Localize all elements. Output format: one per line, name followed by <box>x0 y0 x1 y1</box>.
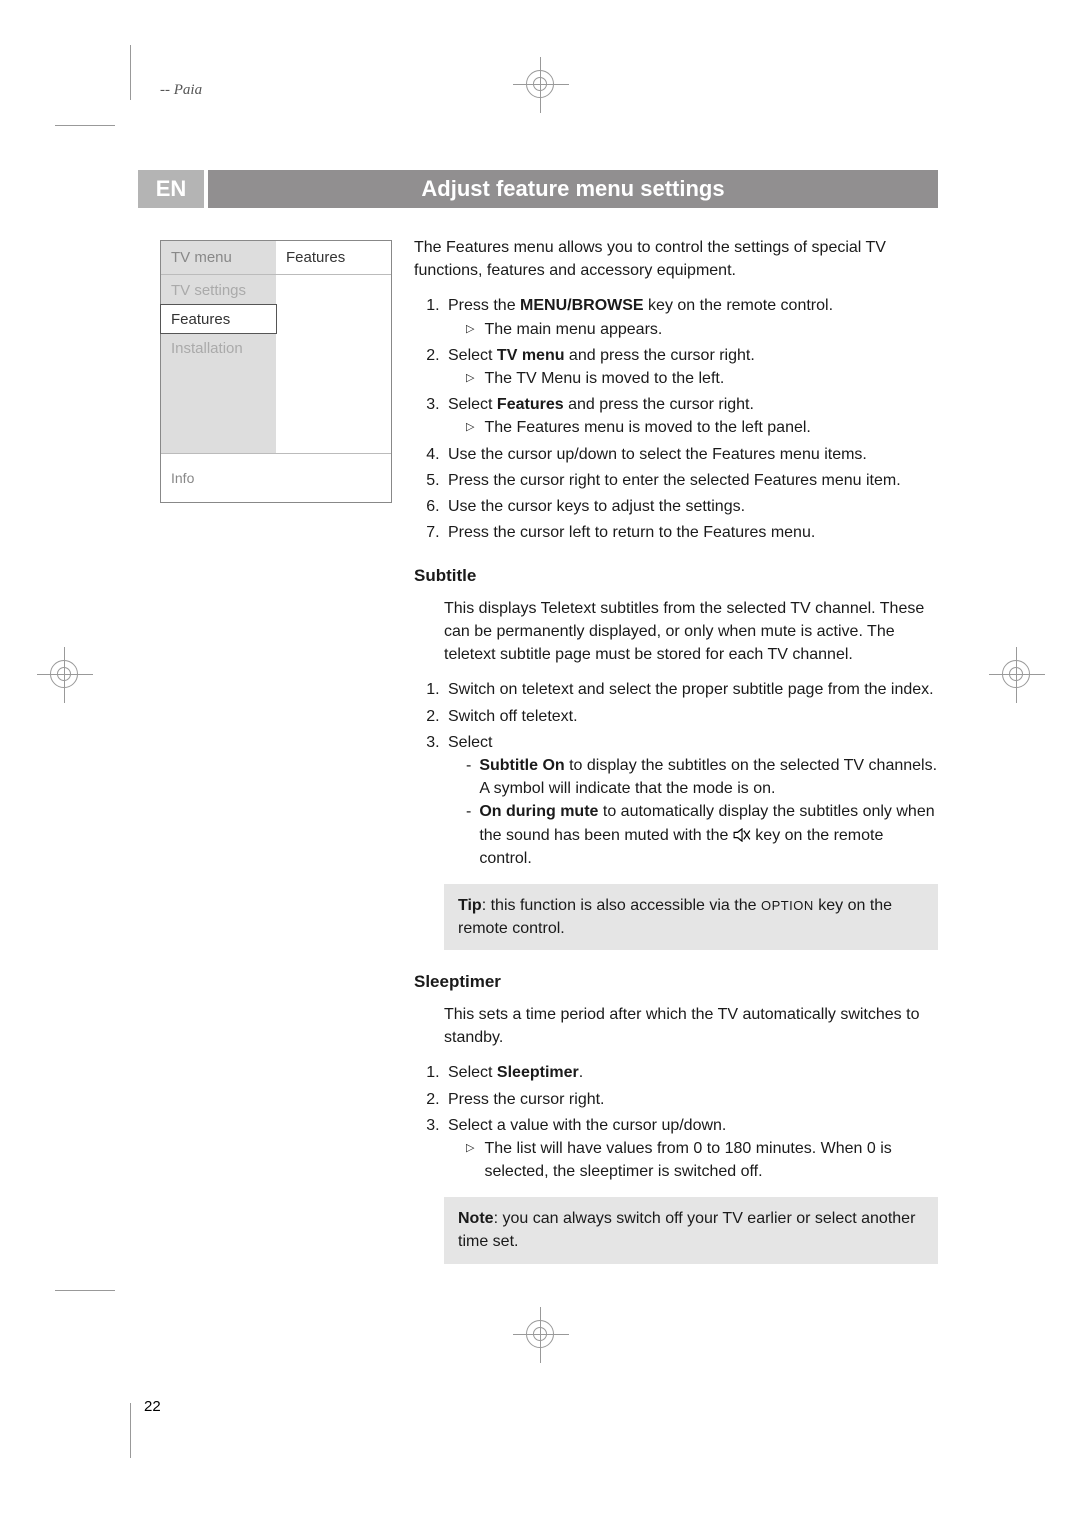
triangle-icon: ▷ <box>466 1137 474 1183</box>
crop-line <box>130 45 131 100</box>
page-content: EN Adjust feature menu settings TV menu … <box>138 170 938 1270</box>
list-item: Select Sleeptimer. <box>444 1061 938 1084</box>
list-item: Press the cursor left to return to the F… <box>444 521 938 544</box>
language-tab: EN <box>138 170 204 208</box>
list-item: Press the cursor right. <box>444 1088 938 1111</box>
sleeptimer-steps-list: Select Sleeptimer. Press the cursor righ… <box>414 1061 938 1183</box>
triangle-icon: ▷ <box>466 367 474 390</box>
page-title: Adjust feature menu settings <box>208 170 938 208</box>
registration-mark-left <box>50 660 78 693</box>
main-steps-list: Press the MENU/BROWSE key on the remote … <box>414 294 938 544</box>
page-number: 22 <box>144 1398 161 1415</box>
menu-info-row: Info <box>161 453 391 502</box>
menu-header-left: TV menu <box>161 241 276 274</box>
menu-item-installation: Installation <box>161 333 276 363</box>
tip-box: Tip: this function is also accessible vi… <box>444 884 938 950</box>
registration-mark-right <box>1002 660 1030 693</box>
registration-mark-bottom <box>526 1320 554 1353</box>
running-header: -- Paia <box>160 82 202 99</box>
menu-item-features: Features <box>160 304 277 334</box>
tv-menu-diagram: TV menu Features TV settings Features In… <box>160 240 392 503</box>
subtitle-heading: Subtitle <box>414 564 938 589</box>
registration-mark-top <box>526 70 554 103</box>
subtitle-steps-list: Switch on teletext and select the proper… <box>414 678 938 870</box>
menu-item-tv-settings: TV settings <box>161 275 276 305</box>
list-item: Use the cursor keys to adjust the settin… <box>444 495 938 518</box>
list-item: Press the MENU/BROWSE key on the remote … <box>444 294 938 340</box>
menu-header-right: Features <box>276 241 391 274</box>
intro-paragraph: The Features menu allows you to control … <box>414 236 938 282</box>
body-text: The Features menu allows you to control … <box>414 236 938 1270</box>
list-item: Select Features and press the cursor rig… <box>444 393 938 439</box>
mute-icon <box>733 828 751 842</box>
crop-line <box>55 1290 115 1291</box>
sleeptimer-heading: Sleeptimer <box>414 970 938 995</box>
sleeptimer-intro: This sets a time period after which the … <box>414 1003 938 1049</box>
crop-line <box>55 125 115 126</box>
list-item: Select -Subtitle On to display the subti… <box>444 731 938 870</box>
triangle-icon: ▷ <box>466 416 474 439</box>
title-row: EN Adjust feature menu settings <box>138 170 938 208</box>
list-item: Select TV menu and press the cursor righ… <box>444 344 938 390</box>
triangle-icon: ▷ <box>466 318 474 341</box>
list-item: Switch on teletext and select the proper… <box>444 678 938 701</box>
crop-line <box>130 1403 131 1458</box>
subtitle-intro: This displays Teletext subtitles from th… <box>414 597 938 667</box>
note-box: Note: you can always switch off your TV … <box>444 1197 938 1263</box>
list-item: Use the cursor up/down to select the Fea… <box>444 443 938 466</box>
list-item: Select a value with the cursor up/down. … <box>444 1114 938 1184</box>
list-item: Press the cursor right to enter the sele… <box>444 469 938 492</box>
list-item: Switch off teletext. <box>444 705 938 728</box>
